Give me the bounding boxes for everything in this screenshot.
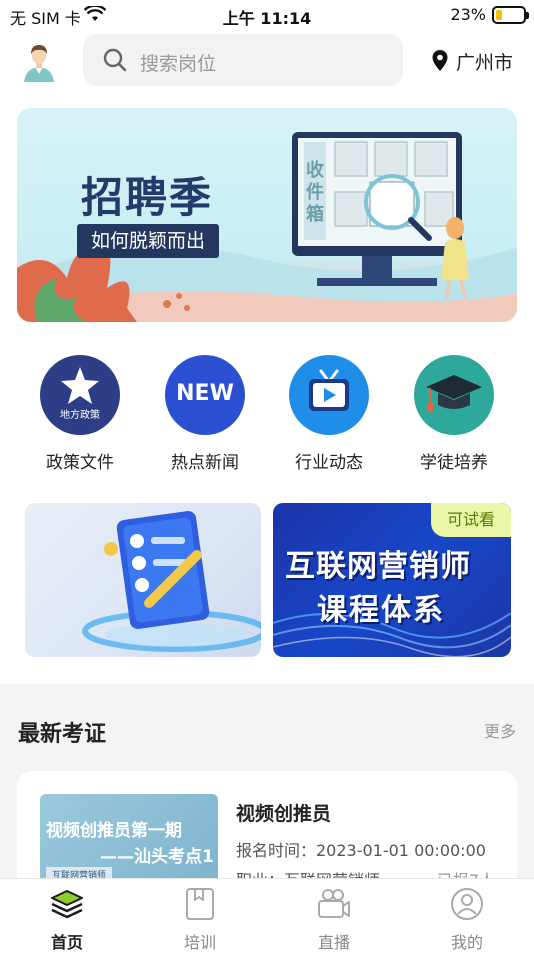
layers-icon	[51, 890, 83, 919]
thumbnail-line2: ——汕头考点1	[100, 847, 214, 867]
recruitment-banner[interactable]: 收件箱 招聘季 如何脱颖而出	[17, 108, 517, 322]
avatar[interactable]	[18, 40, 60, 82]
camera-icon	[318, 889, 350, 918]
tab-training[interactable]: 培训	[150, 887, 250, 953]
tab-label: 首页	[50, 933, 83, 952]
search-bar[interactable]: 搜索岗位	[83, 34, 403, 86]
graduation-cap-icon	[414, 355, 494, 435]
book-icon	[186, 888, 214, 920]
battery-icon	[492, 6, 529, 24]
shortcut-news[interactable]: NEW 热点新闻	[145, 355, 265, 473]
signup-time: 报名时间：2023-01-01 00:00:00	[236, 841, 486, 860]
inbox-label: 收件箱	[306, 160, 324, 225]
course-title: 视频创推员	[236, 803, 332, 825]
shortcut-label: 学徒培养	[420, 453, 488, 473]
promo-line2: 课程体系	[317, 593, 445, 628]
shortcut-label: 热点新闻	[171, 453, 239, 473]
tv-play-icon	[289, 355, 369, 435]
battery-percent: 23%	[450, 5, 486, 24]
marketing-course-promo[interactable]: 互联网营销师 课程体系 可试看	[273, 503, 511, 657]
tab-label: 我的	[450, 933, 483, 952]
user-icon	[451, 888, 483, 920]
city-label: 广州市	[456, 52, 514, 74]
tab-label: 培训	[183, 933, 216, 952]
star-icon: 地方政策	[40, 355, 120, 435]
checklist-illustration	[82, 511, 261, 652]
shortcut-apprentice[interactable]: 学徒培养	[394, 355, 514, 473]
promo-line1: 互联网营销师	[285, 549, 471, 584]
section-title: 最新考证	[18, 722, 107, 747]
banner-title: 招聘季	[81, 173, 214, 222]
search-icon	[103, 48, 127, 72]
trial-badge: 可试看	[431, 503, 511, 537]
shortcut-industry[interactable]: 行业动态	[269, 355, 389, 473]
new-icon: NEW	[165, 355, 245, 435]
shortcut-label: 政策文件	[46, 453, 114, 473]
location-pin-icon	[432, 50, 448, 71]
thumbnail-line1: 视频创推员第一期	[46, 821, 182, 841]
tab-home[interactable]: 首页	[17, 887, 117, 953]
tab-mine[interactable]: 我的	[417, 887, 517, 953]
shortcut-label: 行业动态	[295, 453, 363, 473]
shortcut-policy[interactable]: 地方政策 政策文件	[20, 355, 140, 473]
status-bar: 无 SIM 卡 上午 11:14 23%	[0, 0, 534, 30]
tab-bar: 首页 培训 直播 我的	[0, 878, 534, 953]
latest-certifications-section: 最新考证 更多 视频创推员第一期 ——汕头考点1 互联网营销师 视频创推员 报名…	[0, 684, 534, 911]
tab-live[interactable]: 直播	[284, 887, 384, 953]
search-placeholder: 搜索岗位	[140, 53, 217, 75]
more-link[interactable]: 更多	[484, 718, 516, 742]
banner-subtitle: 如何脱颖而出	[77, 224, 220, 258]
checklist-promo[interactable]	[25, 503, 261, 657]
tab-label: 直播	[317, 933, 350, 952]
